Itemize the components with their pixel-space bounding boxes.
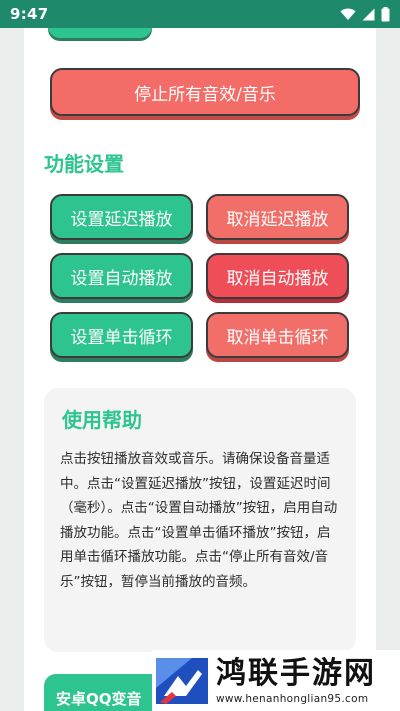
cancel-delay-play-button[interactable]: 取消延迟播放: [206, 194, 349, 240]
features-section-title: 功能设置: [44, 152, 124, 176]
set-delay-play-button[interactable]: 设置延迟播放: [50, 194, 193, 240]
set-click-loop-button[interactable]: 设置单击循环: [50, 312, 193, 358]
stop-all-button[interactable]: 停止所有音效/音乐: [50, 68, 360, 116]
set-auto-play-button[interactable]: 设置自动播放: [50, 253, 193, 299]
status-time: 9:47: [10, 5, 49, 23]
voice-changer-card-label: 安卓QQ变音: [56, 690, 142, 708]
watermark: 鸿联手游网 www.henanhonglian95.com: [152, 650, 400, 711]
help-title: 使用帮助: [62, 408, 142, 432]
help-card: 使用帮助 点击按钮播放音效或音乐。请确保设备音量适中。点击“设置延迟播放”按钮，…: [44, 388, 356, 652]
watermark-name: 鸿联手游网: [216, 655, 376, 691]
cellular-signal-icon: [362, 8, 375, 20]
wifi-icon: [340, 8, 356, 20]
cancel-auto-play-button[interactable]: 取消自动播放: [206, 253, 349, 299]
previous-button-partial[interactable]: [48, 28, 152, 38]
status-bar: 9:47: [0, 0, 400, 28]
watermark-url: www.henanhonglian95.com: [216, 692, 369, 705]
main-panel: 停止所有音效/音乐 功能设置 设置延迟播放 取消延迟播放 设置自动播放 取消自动…: [24, 28, 376, 711]
help-text: 点击按钮播放音效或音乐。请确保设备音量适中。点击“设置延迟播放”按钮，设置延迟时…: [60, 451, 338, 590]
status-icons: [340, 6, 390, 22]
battery-icon: [381, 6, 390, 21]
cancel-click-loop-button[interactable]: 取消单击循环: [206, 312, 349, 358]
watermark-logo-icon: [156, 657, 208, 704]
